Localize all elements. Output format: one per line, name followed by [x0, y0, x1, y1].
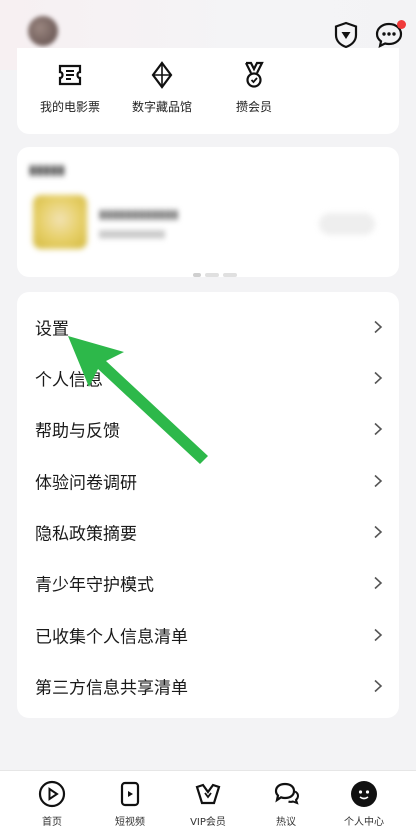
menu-item-label: 第三方信息共享清单	[35, 678, 188, 698]
menu-item-label: 体验问卷调研	[35, 473, 137, 493]
tab-home[interactable]: 首页	[12, 779, 92, 828]
play-circle-icon	[38, 780, 66, 808]
diamond-icon	[151, 61, 173, 89]
menu-item-label: 青少年守护模式	[35, 575, 154, 595]
tab-vip[interactable]: VIP会员	[168, 779, 248, 828]
carousel-dots	[193, 262, 241, 277]
profile-icon	[351, 781, 377, 807]
promo-name-blurred: ▮▮▮▮▮▮▮▮▮▮▮▮	[99, 207, 179, 221]
tab-label: VIP会员	[190, 817, 226, 828]
medal-icon	[245, 61, 264, 88]
quick-links-card: 我的电影票 数字藏品馆 攒会员	[17, 48, 399, 134]
menu-item-label: 隐私政策摘要	[35, 524, 137, 544]
promo-subtitle-blurred: ▮▮▮▮▮▮▮▮▮▮▮▮	[99, 229, 166, 240]
menu-item-label: 个人信息	[35, 370, 103, 390]
ticket-icon	[58, 64, 82, 86]
promo-title-blurred: ▮▮▮▮▮	[29, 163, 65, 178]
notification-dot	[397, 20, 406, 29]
menu-item-settings[interactable]: 设置	[17, 301, 399, 352]
chevron-right-icon	[374, 371, 383, 384]
settings-menu: 设置 个人信息 帮助与反馈 体验问卷调研 隐私政策摘要 青少年守护模式 已收集个…	[17, 292, 399, 718]
chevron-right-icon	[374, 628, 383, 641]
tab-label: 首页	[42, 817, 62, 828]
menu-item-privacy-summary[interactable]: 隐私政策摘要	[17, 506, 399, 557]
quick-link-movie-tickets[interactable]: 我的电影票	[25, 60, 115, 115]
chevron-right-icon	[374, 525, 383, 538]
menu-item-personal-info[interactable]: 个人信息	[17, 352, 399, 403]
bottom-tab-bar: 首页 短视频 VIP会员 热议 个人中心	[0, 770, 416, 837]
menu-item-label: 设置	[35, 319, 69, 339]
chevron-right-icon	[374, 679, 383, 692]
quick-link-label: 数字藏品馆	[131, 100, 192, 114]
short-video-icon	[120, 781, 140, 807]
quick-link-label: 攒会员	[235, 100, 272, 114]
chevron-right-icon	[374, 576, 383, 589]
menu-item-label: 帮助与反馈	[35, 421, 120, 441]
menu-item-survey[interactable]: 体验问卷调研	[17, 455, 399, 506]
shield-icon[interactable]	[331, 20, 361, 50]
vip-crown-icon	[195, 783, 221, 805]
tab-profile[interactable]: 个人中心	[324, 779, 404, 828]
menu-item-teen-mode[interactable]: 青少年守护模式	[17, 557, 399, 608]
chevron-right-icon	[374, 422, 383, 435]
chevron-right-icon	[374, 474, 383, 487]
chevron-right-icon	[374, 320, 383, 333]
quick-link-label: 我的电影票	[39, 100, 100, 114]
menu-item-help-feedback[interactable]: 帮助与反馈	[17, 403, 399, 454]
discuss-icon	[274, 782, 300, 805]
tab-label: 热议	[276, 817, 296, 828]
avatar[interactable]	[28, 16, 58, 46]
quick-link-digital-collections[interactable]: 数字藏品馆	[117, 60, 207, 115]
tab-label: 短视频	[115, 817, 145, 828]
tab-short-video[interactable]: 短视频	[90, 779, 170, 828]
tab-label: 个人中心	[344, 817, 384, 828]
menu-item-collected-info-list[interactable]: 已收集个人信息清单	[17, 609, 399, 660]
quick-link-save-membership[interactable]: 攒会员	[209, 60, 299, 115]
promo-card[interactable]: ▮▮▮▮▮ ▮▮▮▮▮▮▮▮▮▮▮▮ ▮▮▮▮▮▮▮▮▮▮▮▮	[17, 147, 399, 277]
tab-discuss[interactable]: 热议	[246, 779, 326, 828]
promo-button[interactable]	[319, 213, 375, 235]
menu-item-label: 已收集个人信息清单	[35, 627, 188, 647]
menu-item-third-party-sharing[interactable]: 第三方信息共享清单	[17, 660, 399, 711]
promo-thumbnail	[33, 195, 87, 249]
